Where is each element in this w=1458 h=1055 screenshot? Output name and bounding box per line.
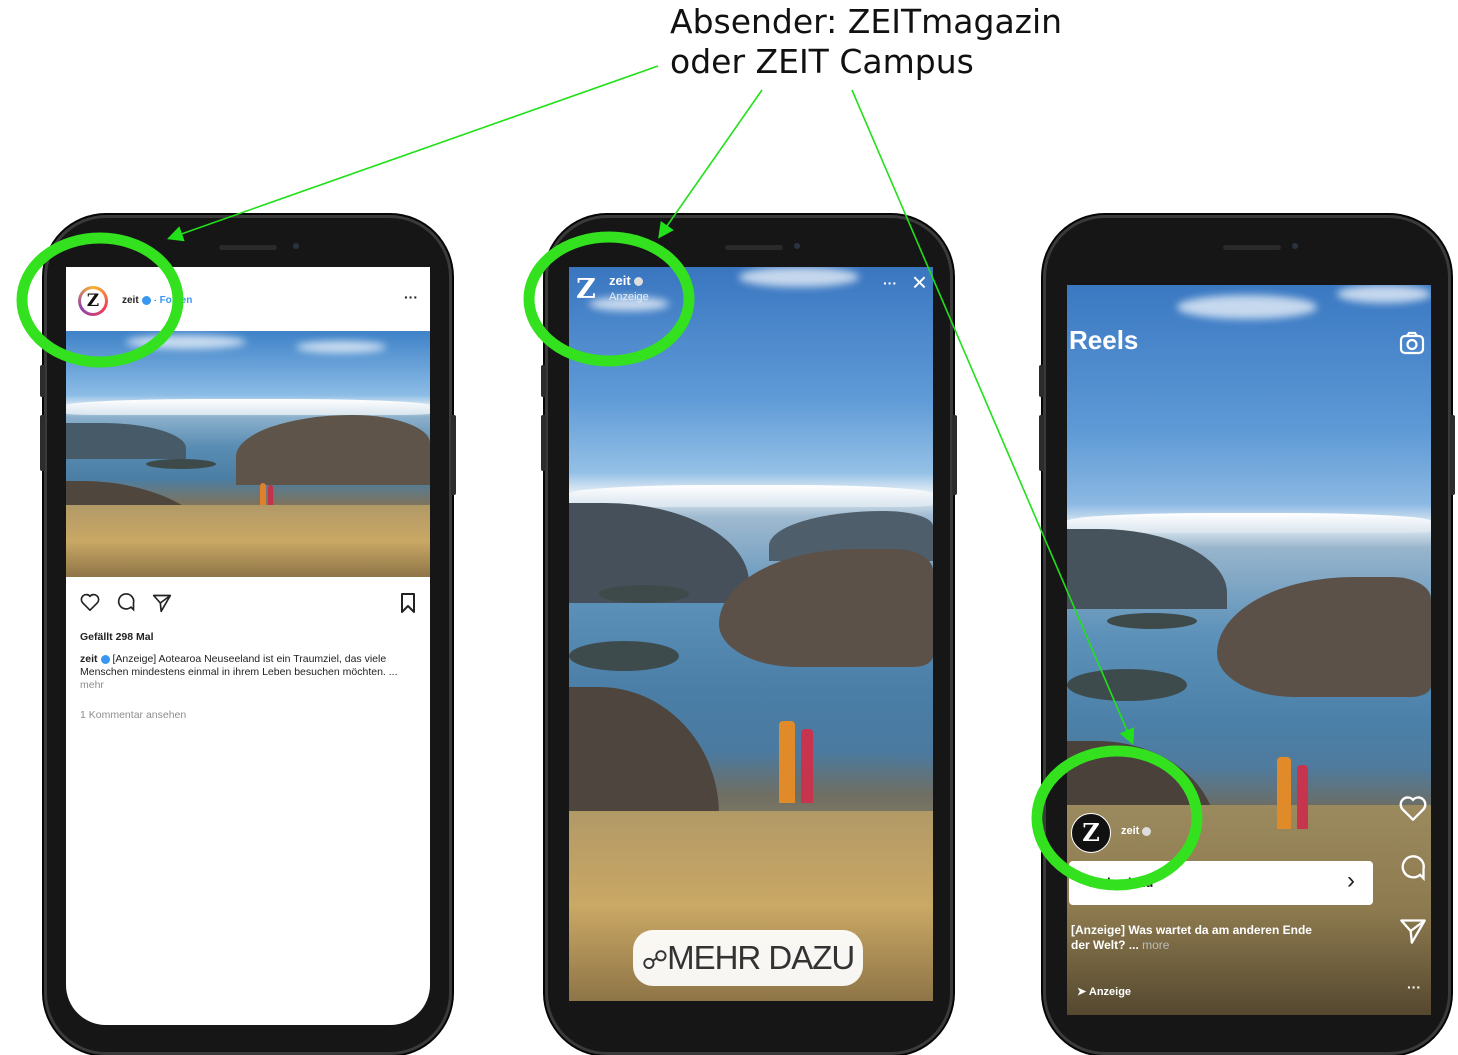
caption-text: [Anzeige] Was wartet da am anderen Ende … xyxy=(1071,923,1312,952)
speaker xyxy=(725,245,783,250)
side-button xyxy=(40,415,45,471)
camera-dot xyxy=(1292,243,1298,249)
story-options-icon[interactable]: ··· xyxy=(883,275,897,291)
view-comments-link[interactable]: 1 Kommentar ansehen xyxy=(80,709,186,721)
side-button xyxy=(541,365,546,397)
comment-icon[interactable] xyxy=(1399,855,1427,883)
caption-user[interactable]: zeit xyxy=(80,653,98,665)
verified-icon xyxy=(633,277,643,287)
speaker xyxy=(1223,245,1281,250)
side-button xyxy=(451,415,456,495)
mehr-dazu-label: Mehr dazu xyxy=(1089,875,1154,890)
post-header: Z zeit · Folgen ··· xyxy=(66,267,430,331)
heart-icon[interactable] xyxy=(80,593,100,611)
sponsored-row: ➤ Anzeige xyxy=(1077,985,1131,998)
reels-title: Reels xyxy=(1069,325,1139,355)
caption-more-link[interactable]: mehr xyxy=(80,679,104,691)
annotation-label: Absender: ZEITmagazin oder ZEIT Campus xyxy=(670,2,1062,82)
account-name[interactable]: zeit xyxy=(1121,825,1152,837)
zeit-logo-icon: Z xyxy=(1082,818,1100,847)
follow-link[interactable]: Folgen xyxy=(160,295,193,306)
landscape-photo xyxy=(1067,285,1431,1015)
story-header: Z zeit Anzeige ··· × xyxy=(569,267,933,317)
phone-reels: Reels ··· Z zeit Mehr dazu › [Anzeige] W… xyxy=(1039,215,1455,1055)
zeit-logo-icon[interactable]: Z xyxy=(573,275,599,305)
reels-caption: [Anzeige] Was wartet da am anderen Ende … xyxy=(1071,923,1333,953)
account-name-row: zeit · Folgen xyxy=(122,295,192,306)
landscape-photo xyxy=(569,267,933,1001)
caption-text: [Anzeige] Aotearoa Neuseeland ist ein Tr… xyxy=(80,653,398,678)
link-icon: ☍ xyxy=(641,945,668,975)
megaphone-icon: ➤ xyxy=(1077,986,1087,998)
camera-dot xyxy=(293,243,299,249)
likes-count: Gefällt 298 Mal xyxy=(80,631,154,643)
account-avatar[interactable]: Z xyxy=(78,286,108,316)
mehr-dazu-button[interactable]: Mehr dazu › xyxy=(1069,861,1373,905)
side-button xyxy=(1039,365,1044,397)
comment-icon[interactable] xyxy=(116,593,136,613)
account-avatar[interactable]: Z xyxy=(1071,813,1111,853)
verified-icon xyxy=(100,654,110,664)
side-button xyxy=(1039,415,1044,471)
sponsored-label: Anzeige xyxy=(609,291,649,303)
annotation-line-1: Absender: ZEITmagazin xyxy=(670,2,1063,41)
reels-screen[interactable]: Reels ··· Z zeit Mehr dazu › [Anzeige] W… xyxy=(1067,285,1431,1015)
share-icon[interactable] xyxy=(1399,917,1427,945)
post-options-icon[interactable]: ··· xyxy=(404,289,418,305)
account-name[interactable]: zeit xyxy=(122,295,139,306)
heart-icon[interactable] xyxy=(1399,795,1427,821)
account-name[interactable]: zeit xyxy=(609,273,643,288)
reels-options-icon[interactable]: ··· xyxy=(1407,979,1421,995)
side-button xyxy=(1450,415,1455,495)
camera-icon[interactable] xyxy=(1399,331,1425,355)
mehr-dazu-label: MEHR DAZU xyxy=(667,939,855,976)
side-button xyxy=(541,415,546,471)
chevron-right-icon: › xyxy=(1347,867,1355,894)
phone-story: Z zeit Anzeige ··· × ☍MEHR DAZU xyxy=(541,215,957,1055)
side-button xyxy=(952,415,957,495)
zeit-logo-icon: Z xyxy=(81,289,105,313)
speaker xyxy=(219,245,277,250)
side-button xyxy=(40,365,45,397)
feed-screen: Z zeit · Folgen ··· Gefällt 298 Mal zeit… xyxy=(66,267,430,1025)
action-bar xyxy=(66,585,430,615)
camera-dot xyxy=(794,243,800,249)
mehr-dazu-button[interactable]: ☍MEHR DAZU xyxy=(633,930,863,986)
post-caption: zeit [Anzeige] Aotearoa Neuseeland ist e… xyxy=(80,653,416,692)
close-icon[interactable]: × xyxy=(912,267,927,298)
phone-feed: Z zeit · Folgen ··· Gefällt 298 Mal zeit… xyxy=(40,215,456,1055)
sponsored-label: Anzeige xyxy=(1088,986,1132,998)
landscape-photo xyxy=(66,331,430,577)
verified-icon xyxy=(141,295,151,305)
share-icon[interactable] xyxy=(152,593,172,613)
caption-more-link[interactable]: more xyxy=(1142,938,1169,952)
arrow-to-feed xyxy=(166,65,659,242)
bookmark-icon[interactable] xyxy=(400,593,416,613)
story-screen[interactable]: Z zeit Anzeige ··· × ☍MEHR DAZU xyxy=(569,267,933,1001)
post-image[interactable] xyxy=(66,331,430,577)
annotation-line-2: oder ZEIT Campus xyxy=(670,42,974,81)
verified-icon xyxy=(1142,826,1152,836)
